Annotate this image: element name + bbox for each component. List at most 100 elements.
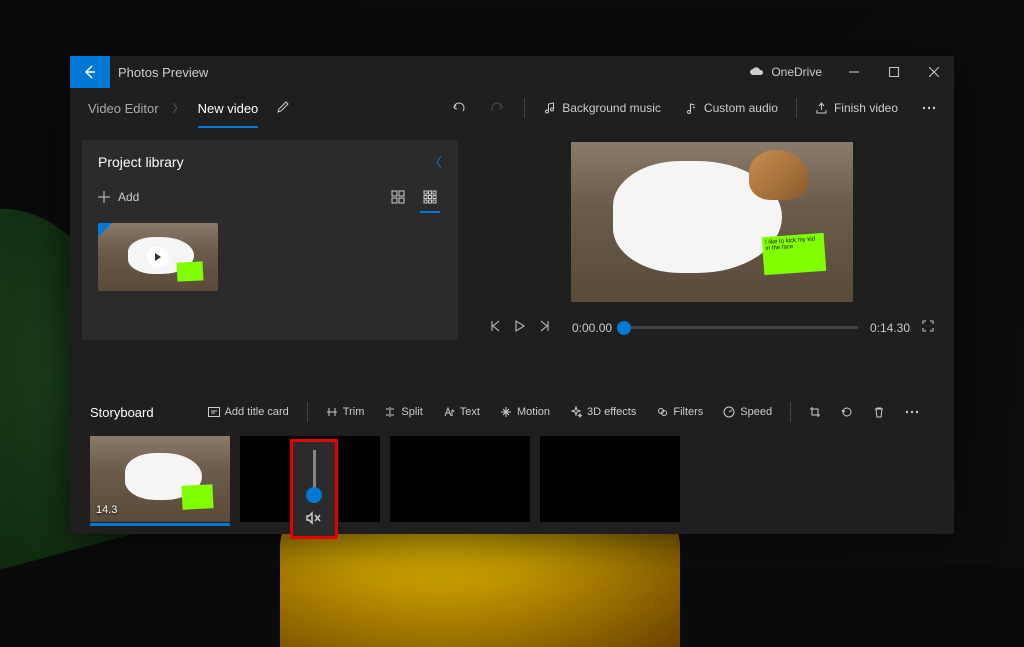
crop-icon	[809, 406, 821, 418]
toolbar-right: Background music Custom audio Finish vid…	[440, 93, 946, 123]
redo-button[interactable]	[480, 93, 516, 123]
ellipsis-icon	[905, 410, 919, 414]
button-label: Filters	[673, 406, 703, 418]
seek-handle[interactable]	[617, 321, 631, 335]
library-thumbnail[interactable]	[98, 223, 218, 291]
motion-button[interactable]: Motion	[494, 406, 556, 418]
filters-button[interactable]: Filters	[650, 406, 709, 418]
button-label: Split	[401, 406, 422, 418]
custom-audio-button[interactable]: Custom audio	[675, 93, 788, 123]
grid-large-view-button[interactable]	[386, 185, 410, 209]
background-music-button[interactable]: Background music	[533, 93, 671, 123]
close-button[interactable]	[914, 56, 954, 88]
tab-label: New video	[198, 101, 259, 116]
next-frame-icon	[538, 320, 550, 332]
library-title: Project library	[98, 154, 184, 170]
tab-video-editor[interactable]: Video Editor	[78, 88, 169, 128]
divider	[790, 402, 791, 422]
next-frame-button[interactable]	[538, 320, 550, 335]
divider	[307, 402, 308, 422]
rename-button[interactable]	[268, 100, 298, 117]
storyboard-clip[interactable]	[390, 436, 530, 522]
text-button[interactable]: Text	[437, 406, 486, 418]
plus-icon	[98, 191, 110, 203]
selection-corner	[98, 223, 112, 237]
back-button[interactable]	[70, 56, 110, 88]
button-label: Custom audio	[704, 101, 778, 115]
app-title: Photos Preview	[118, 65, 208, 80]
playback-controls: 0:00.00 0:14.30	[490, 320, 934, 335]
3d-effects-button[interactable]: 3D effects	[564, 406, 642, 418]
storyboard-toolbar: Storyboard Add title card Trim Split	[90, 402, 934, 422]
divider	[796, 98, 797, 118]
button-label: Text	[460, 406, 480, 418]
close-icon	[929, 67, 939, 77]
divider	[524, 98, 525, 118]
finish-video-button[interactable]: Finish video	[805, 93, 908, 123]
maximize-button[interactable]	[874, 56, 914, 88]
clip-image	[390, 436, 530, 522]
add-title-card-button[interactable]: Add title card	[202, 406, 295, 418]
redo-icon	[490, 100, 506, 116]
fullscreen-button[interactable]	[922, 320, 934, 335]
button-label: 3D effects	[587, 406, 636, 418]
storyboard-clip[interactable]: 14.3	[90, 436, 230, 522]
pencil-icon	[276, 100, 290, 114]
content-area: Project library 〈 Add	[70, 128, 954, 390]
audio-icon	[685, 102, 698, 115]
play-icon	[514, 320, 526, 332]
delete-button[interactable]	[867, 406, 891, 418]
add-media-button[interactable]: Add	[98, 190, 139, 204]
volume-popup	[290, 439, 338, 539]
tab-new-video[interactable]: New video	[188, 88, 269, 128]
chevron-right-icon: 〉	[173, 100, 184, 116]
grid-small-view-button[interactable]	[418, 185, 442, 209]
storyboard-more-button[interactable]	[899, 410, 925, 414]
crop-button[interactable]	[803, 406, 827, 418]
button-label: Motion	[517, 406, 550, 418]
ellipsis-icon	[922, 106, 936, 110]
preview-image: I like to kick my kid in the face	[571, 142, 853, 302]
motion-icon	[500, 406, 512, 418]
speed-button[interactable]: Speed	[717, 406, 778, 418]
sparkle-icon	[570, 406, 582, 418]
trash-icon	[873, 406, 885, 418]
previous-frame-button[interactable]	[490, 320, 502, 335]
storyboard-clip[interactable]	[540, 436, 680, 522]
postit-shape	[177, 261, 204, 281]
rotate-icon	[841, 406, 853, 418]
tab-label: Video Editor	[88, 101, 159, 116]
speed-icon	[723, 406, 735, 418]
view-toggle	[386, 185, 442, 209]
music-icon	[543, 102, 556, 115]
button-label: Trim	[343, 406, 365, 418]
minimize-button[interactable]	[834, 56, 874, 88]
titlebar: Photos Preview OneDrive	[70, 56, 954, 88]
play-button[interactable]	[514, 320, 526, 335]
preview-panel: I like to kick my kid in the face	[470, 128, 954, 390]
volume-handle[interactable]	[306, 487, 322, 503]
button-label: Speed	[740, 406, 772, 418]
split-button[interactable]: Split	[378, 406, 428, 418]
text-icon	[443, 406, 455, 418]
volume-slider[interactable]	[313, 450, 316, 503]
arrow-left-icon	[82, 64, 98, 80]
rotate-button[interactable]	[835, 406, 859, 418]
collapse-button[interactable]: 〈	[429, 152, 442, 171]
split-icon	[384, 406, 396, 418]
project-library-panel: Project library 〈 Add	[82, 140, 458, 340]
trim-button[interactable]: Trim	[320, 406, 371, 418]
postit-shape: I like to kick my kid in the face	[762, 233, 827, 276]
onedrive-button[interactable]: OneDrive	[737, 65, 834, 79]
undo-button[interactable]	[440, 93, 476, 123]
more-button[interactable]	[912, 93, 946, 123]
mute-button[interactable]	[306, 511, 322, 528]
library-actions: Add	[98, 185, 442, 209]
video-preview[interactable]: I like to kick my kid in the face	[571, 142, 853, 302]
tabs-bar: Video Editor 〉 New video	[70, 88, 954, 128]
chevron-left-icon: 〈	[429, 152, 442, 171]
left-panel: Project library 〈 Add	[70, 128, 470, 390]
seek-bar[interactable]	[624, 326, 858, 329]
clip-selection-underline	[90, 523, 230, 526]
clip-duration: 14.3	[96, 504, 117, 516]
